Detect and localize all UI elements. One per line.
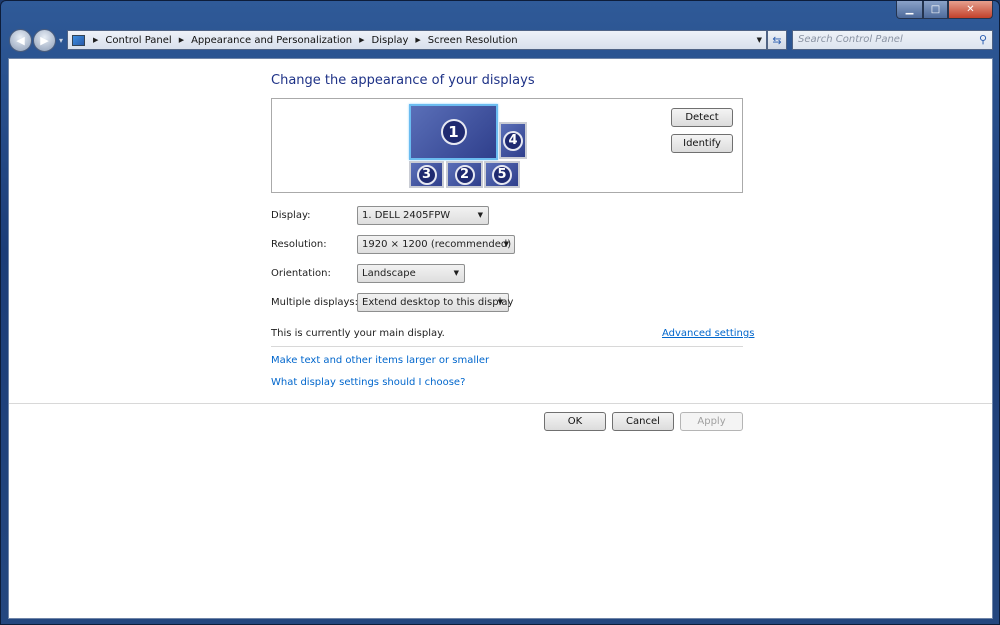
divider (9, 403, 992, 404)
search-icon[interactable]: ⚲ (979, 33, 987, 46)
recent-pages-dropdown[interactable]: ▾ (59, 36, 63, 45)
main-display-text: This is currently your main display. (271, 328, 445, 339)
search-input[interactable]: Search Control Panel ⚲ (792, 30, 993, 50)
identify-button[interactable]: Identify (671, 134, 733, 153)
address-bar[interactable]: ▶ Control Panel ▶ Appearance and Persona… (67, 30, 767, 50)
monitor-number: 5 (492, 164, 512, 185)
chevron-right-icon[interactable]: ▶ (415, 36, 420, 44)
breadcrumb-appearance[interactable]: Appearance and Personalization (191, 35, 352, 46)
content-pane: Change the appearance of your displays 1… (8, 58, 993, 619)
display-help-link[interactable]: What display settings should I choose? (271, 377, 465, 388)
breadcrumb-control-panel[interactable]: Control Panel (105, 35, 171, 46)
monitor-number: 4 (503, 130, 523, 151)
chevron-right-icon[interactable]: ▶ (93, 36, 98, 44)
chevron-down-icon: ▼ (497, 298, 503, 306)
resolution-select[interactable]: 1920 × 1200 (recommended) ▼ (357, 235, 515, 254)
navigation-buttons: ◀ ▶ ▾ (9, 29, 63, 52)
monitor-number: 1 (440, 119, 467, 145)
back-button[interactable]: ◀ (9, 29, 32, 52)
divider (271, 346, 743, 347)
page-title: Change the appearance of your displays (271, 73, 535, 88)
resolution-select-value: 1920 × 1200 (recommended) (362, 239, 512, 250)
chevron-down-icon: ▼ (477, 211, 483, 219)
advanced-settings-link[interactable]: Advanced settings (662, 328, 754, 339)
display-label: Display: (271, 210, 311, 221)
forward-button[interactable]: ▶ (33, 29, 56, 52)
address-dropdown-icon[interactable]: ▼ (757, 36, 762, 44)
text-size-link[interactable]: Make text and other items larger or smal… (271, 355, 489, 366)
cancel-button[interactable]: Cancel (612, 412, 674, 431)
display-arrangement: 1 4 3 2 5 Detect Identify (271, 98, 743, 193)
monitor-number: 3 (416, 164, 437, 185)
caption-buttons: ▁ □ ✕ (896, 1, 993, 19)
monitor-1[interactable]: 1 (409, 104, 498, 160)
detect-button[interactable]: Detect (671, 108, 733, 127)
monitor-number: 2 (454, 164, 475, 185)
window: ▁ □ ✕ ◀ ▶ ▾ ▶ Control Panel ▶ Appearance… (0, 0, 1000, 625)
multiple-displays-label: Multiple displays: (271, 297, 358, 308)
apply-button[interactable]: Apply (680, 412, 743, 431)
orientation-label: Orientation: (271, 268, 331, 279)
monitor-3[interactable]: 3 (409, 161, 444, 188)
monitor-5[interactable]: 5 (484, 161, 520, 188)
breadcrumb-display[interactable]: Display (372, 35, 409, 46)
search-placeholder: Search Control Panel (798, 34, 903, 45)
orientation-select[interactable]: Landscape ▼ (357, 264, 465, 283)
display-select[interactable]: 1. DELL 2405FPW ▼ (357, 206, 489, 225)
multiple-displays-select[interactable]: Extend desktop to this display ▼ (357, 293, 513, 312)
refresh-button[interactable]: ⇆ (767, 30, 787, 50)
minimize-button[interactable]: ▁ (896, 1, 923, 19)
chevron-down-icon: ▼ (503, 240, 509, 248)
close-button[interactable]: ✕ (948, 1, 993, 19)
chevron-right-icon[interactable]: ▶ (179, 36, 184, 44)
multiple-displays-select-value: Extend desktop to this display (362, 297, 514, 308)
breadcrumb-screen-resolution[interactable]: Screen Resolution (428, 35, 518, 46)
ok-button[interactable]: OK (544, 412, 606, 431)
control-panel-icon (72, 34, 85, 46)
monitor-2[interactable]: 2 (446, 161, 483, 188)
orientation-select-value: Landscape (362, 268, 416, 279)
resolution-label: Resolution: (271, 239, 327, 250)
chevron-down-icon: ▼ (453, 269, 459, 277)
maximize-button[interactable]: □ (923, 1, 948, 19)
chevron-right-icon[interactable]: ▶ (359, 36, 364, 44)
display-select-value: 1. DELL 2405FPW (362, 210, 451, 221)
monitor-4[interactable]: 4 (499, 122, 527, 159)
